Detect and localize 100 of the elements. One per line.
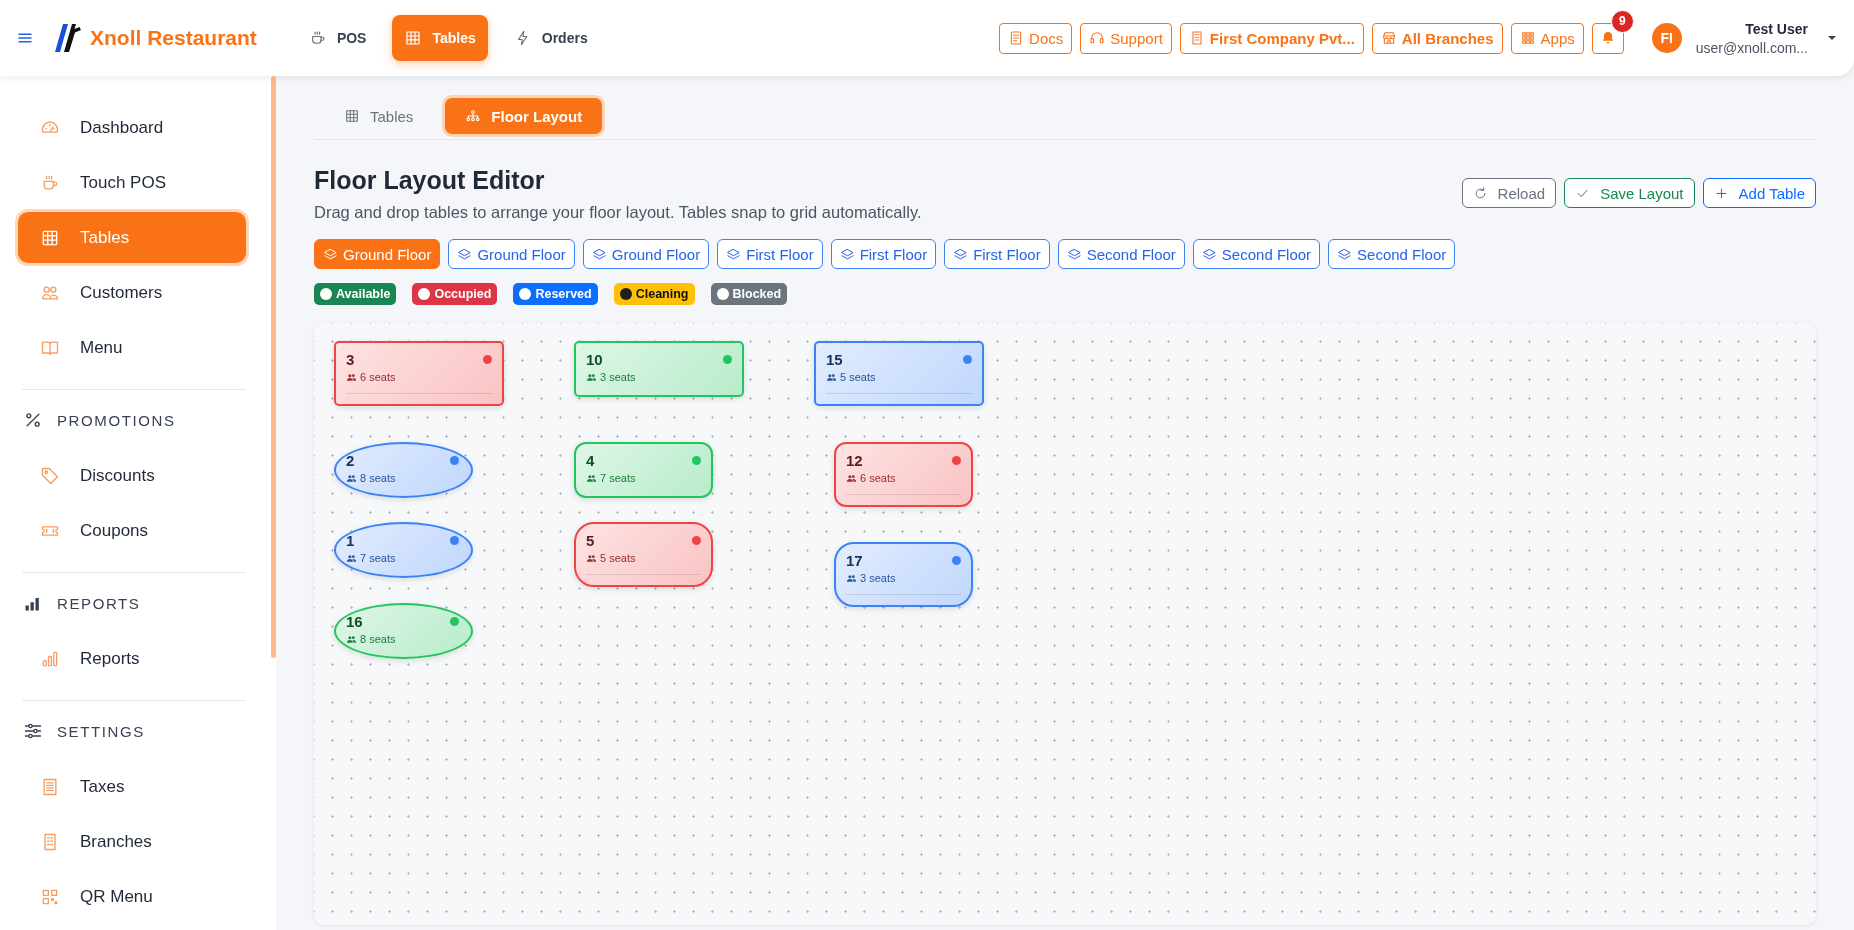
table-number: 1 (346, 532, 355, 549)
hierarchy-icon (465, 108, 482, 124)
layers-icon (839, 246, 855, 262)
table-number: 10 (586, 351, 603, 368)
layers-icon (457, 246, 473, 262)
seat-count: 6 seats (860, 472, 896, 484)
apps-grid-icon (1519, 30, 1536, 46)
layers-icon (1066, 246, 1082, 262)
store-icon (1380, 30, 1397, 46)
seat-count: 8 seats (360, 633, 396, 645)
table-card[interactable]: 1 7 seats (334, 522, 473, 578)
floor-tab[interactable]: Ground Floor (448, 239, 575, 269)
user-avatar: FI (1651, 23, 1682, 53)
people-icon (346, 552, 357, 564)
people-icon (846, 472, 857, 484)
seat-count: 6 seats (360, 371, 396, 383)
people-icon (346, 371, 357, 383)
people-icon (586, 472, 597, 484)
layers-icon (591, 246, 607, 262)
floor-tab[interactable]: Second Floor (1328, 239, 1456, 269)
sidebar-item[interactable]: Menu (18, 322, 246, 373)
brand-name: Xnoll Restaurant (90, 26, 257, 50)
table-card[interactable]: 12 6 seats (834, 442, 973, 507)
status-legend-chip: Cleaning (613, 283, 695, 305)
people-icon (586, 552, 597, 564)
table-card[interactable]: 4 7 seats (574, 442, 713, 498)
save-button[interactable]: Save Layout (1564, 178, 1695, 208)
status-legend-chip: Occupied (412, 283, 498, 305)
status-legend-chip: Reserved (513, 283, 598, 305)
plus-icon (1713, 185, 1729, 201)
table-number: 4 (586, 452, 595, 469)
table-number: 17 (846, 552, 863, 569)
people-icon (346, 472, 357, 484)
seat-count: 8 seats (360, 472, 396, 484)
tab[interactable]: Tables (324, 98, 434, 134)
people-icon (846, 572, 857, 584)
reload-icon (1472, 185, 1488, 201)
table-card[interactable]: 16 8 seats (334, 603, 473, 659)
layers-icon (1201, 246, 1217, 262)
section-heading: PROMOTIONS (57, 411, 176, 429)
reload-button[interactable]: Reload (1461, 178, 1557, 208)
layers-icon (953, 246, 969, 262)
grid-icon (344, 108, 360, 124)
section-heading: REPORTS (57, 594, 141, 612)
table-card[interactable]: 17 3 seats (834, 542, 973, 607)
headset-icon (1089, 30, 1106, 46)
notification-count: 9 (1610, 9, 1634, 33)
add-button[interactable]: Add Table (1702, 178, 1816, 208)
sidebar-item[interactable]: Coupons (18, 505, 246, 556)
table-card[interactable]: 10 3 seats (574, 341, 744, 397)
seat-count: 5 seats (840, 371, 876, 383)
page-description: Drag and drop tables to arrange your floor layout. Tables snap to grid automatically. (314, 203, 923, 222)
table-card[interactable]: 3 6 seats (334, 341, 504, 406)
table-number: 2 (346, 452, 355, 469)
tag-icon (40, 465, 60, 486)
floor-tab[interactable]: First Floor (944, 239, 1050, 269)
table-number: 15 (826, 351, 843, 368)
floor-tab[interactable]: First Floor (717, 239, 823, 269)
sidebar-item[interactable]: Discounts (18, 450, 246, 501)
floor-tab[interactable]: Second Floor (1192, 239, 1321, 269)
seat-count: 7 seats (360, 552, 396, 564)
floor-tab[interactable]: First Floor (830, 239, 937, 269)
sidebar-item[interactable]: Reports (18, 633, 246, 684)
seat-count: 3 seats (860, 572, 896, 584)
user-email: user@xnoll.com... (1695, 39, 1808, 56)
scrollbar[interactable] (271, 76, 276, 658)
sidebar-item[interactable]: Branches (18, 816, 246, 867)
people-icon (826, 371, 837, 383)
table-number: 3 (346, 351, 355, 368)
user-name: Test User (1745, 20, 1808, 37)
nav-tab[interactable]: POS (296, 15, 379, 61)
layers-icon (323, 246, 338, 262)
floor-tab[interactable]: Ground Floor (582, 239, 710, 269)
section-heading: SETTINGS (57, 722, 145, 740)
people-icon (346, 633, 357, 645)
table-number: 12 (846, 452, 863, 469)
layers-icon (1337, 246, 1353, 262)
status-legend-chip: Blocked (710, 283, 788, 305)
sidebar-item[interactable]: Taxes (18, 761, 246, 812)
seat-count: 3 seats (600, 371, 636, 383)
table-card[interactable]: 15 5 seats (814, 341, 984, 406)
sidebar-item[interactable]: Customers (18, 267, 246, 318)
table-card[interactable]: 5 5 seats (574, 522, 713, 587)
grid-icon (404, 29, 423, 47)
percent-icon (23, 410, 43, 430)
page-title: Floor Layout Editor (314, 166, 546, 195)
table-number: 16 (346, 613, 363, 630)
seat-count: 5 seats (600, 552, 636, 564)
sidebar-item[interactable]: Dashboard (18, 102, 246, 153)
layers-icon (726, 246, 742, 262)
sidebar-item[interactable]: QR Menu (18, 871, 246, 922)
table-number: 5 (586, 532, 595, 549)
table-card[interactable]: 2 8 seats (334, 442, 473, 498)
people-icon (586, 371, 597, 383)
nav-tab[interactable]: Orders (501, 15, 600, 61)
sidebar-item[interactable]: Touch POS (18, 157, 246, 208)
status-legend-chip: Available (314, 283, 397, 305)
floor-tab[interactable]: Second Floor (1057, 239, 1185, 269)
seat-count: 7 seats (600, 472, 636, 484)
slash-logo-icon (54, 23, 82, 53)
